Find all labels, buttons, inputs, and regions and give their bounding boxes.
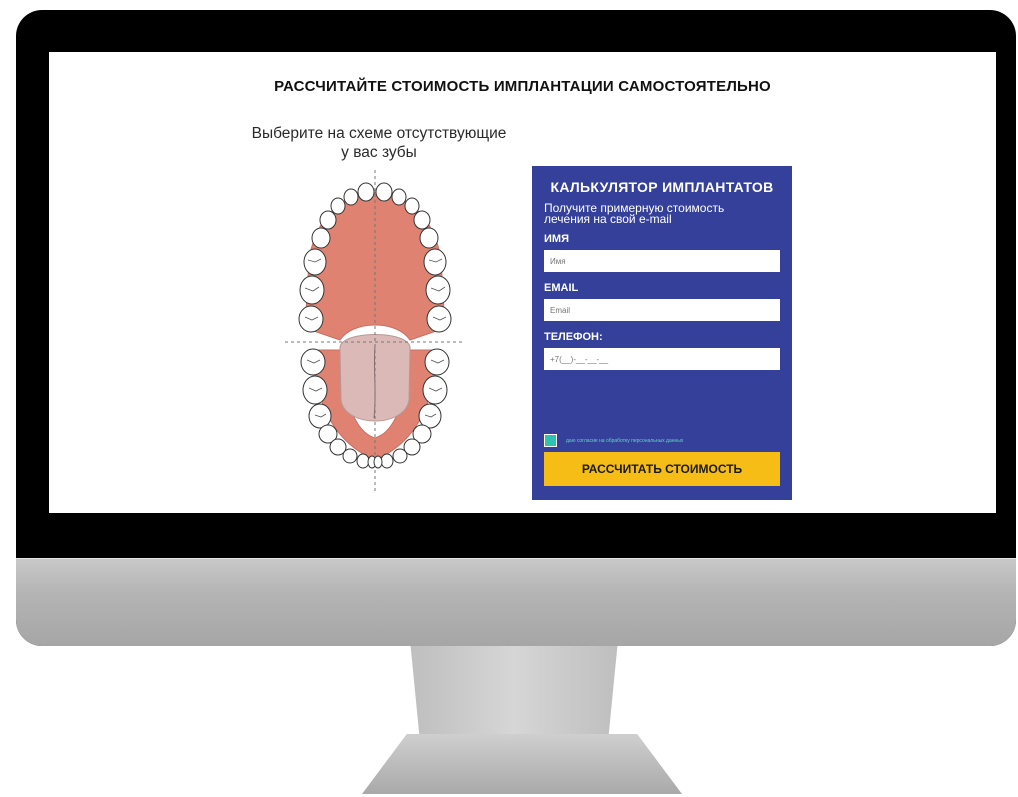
tooth[interactable] [419, 227, 439, 249]
teeth-diagram [285, 170, 465, 494]
page-title: РАССЧИТАЙТЕ СТОИМОСТЬ ИМПЛАНТАЦИИ САМОСТ… [274, 78, 771, 95]
monitor-chin [16, 558, 1016, 646]
tooth[interactable] [308, 403, 332, 429]
phone-input[interactable] [544, 348, 780, 370]
calculate-button[interactable]: РАССЧИТАТЬ СТОИМОСТЬ [544, 452, 780, 486]
tooth[interactable] [375, 182, 393, 202]
tooth[interactable] [342, 448, 358, 464]
tooth[interactable] [357, 182, 375, 202]
tooth[interactable] [330, 197, 346, 215]
tooth[interactable] [426, 305, 452, 333]
name-input[interactable] [544, 250, 780, 272]
teeth-caption: Выберите на схеме отсутствующие у вас зу… [251, 125, 507, 161]
email-label: EMAIL [544, 282, 579, 294]
tooth[interactable] [373, 455, 383, 469]
monitor-frame: РАССЧИТАЙТЕ СТОИМОСТЬ ИМПЛАНТАЦИИ САМОСТ… [16, 10, 1016, 646]
consent-row: даю согласие на обработку персональных д… [544, 434, 683, 447]
tooth[interactable] [356, 453, 370, 469]
tooth[interactable] [424, 348, 450, 376]
phone-label: ТЕЛЕФОН: [544, 331, 603, 343]
calculator-subtitle: Получите примерную стоимость лечения на … [544, 201, 725, 226]
tooth[interactable] [425, 275, 451, 305]
tooth[interactable] [391, 188, 407, 206]
tooth[interactable] [343, 188, 359, 206]
implant-calculator: КАЛЬКУЛЯТОР ИМПЛАНТАТОВ Получите примерн… [532, 166, 792, 500]
tooth[interactable] [311, 227, 331, 249]
tooth[interactable] [380, 453, 394, 469]
consent-text: даю согласие на обработку персональных д… [566, 437, 684, 444]
tooth[interactable] [413, 210, 431, 230]
tooth[interactable] [418, 403, 442, 429]
calculator-title: КАЛЬКУЛЯТОР ИМПЛАНТАТОВ [550, 179, 774, 195]
email-input[interactable] [544, 299, 780, 321]
tooth[interactable] [319, 210, 337, 230]
tooth[interactable] [298, 305, 324, 333]
monitor-stand [410, 646, 618, 736]
name-label: ИМЯ [544, 233, 569, 245]
consent-checkbox[interactable] [544, 434, 557, 447]
tooth[interactable] [300, 348, 326, 376]
tooth[interactable] [392, 448, 408, 464]
tooth[interactable] [422, 375, 448, 405]
tooth[interactable] [299, 275, 325, 305]
screen: РАССЧИТАЙТЕ СТОИМОСТЬ ИМПЛАНТАЦИИ САМОСТ… [49, 52, 996, 513]
monitor-base [362, 734, 682, 794]
tooth[interactable] [404, 197, 420, 215]
tooth[interactable] [302, 375, 328, 405]
